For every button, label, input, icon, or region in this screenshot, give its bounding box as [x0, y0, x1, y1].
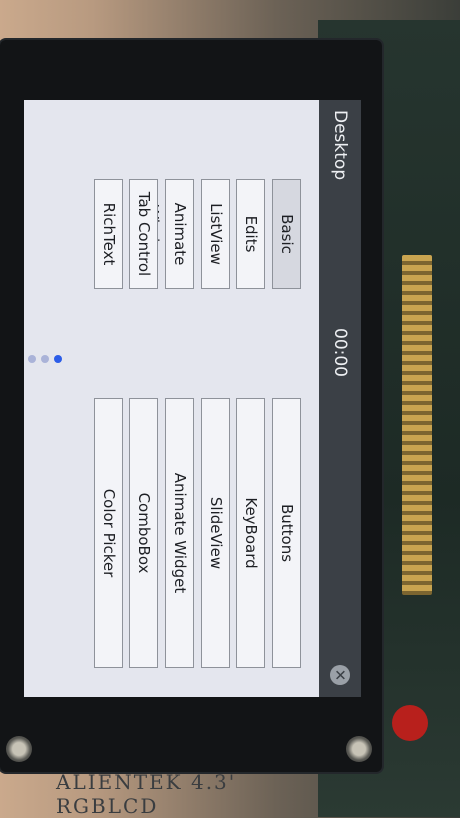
- app-button-basic[interactable]: Basic: [272, 179, 301, 289]
- app-button-animate-window[interactable]: Animate Window: [144, 179, 194, 289]
- window-title: Desktop: [330, 110, 350, 181]
- lcd-screen: Desktop 00:00 ✕ Basic Edits ListView Ani…: [24, 100, 361, 697]
- app-button-richtext[interactable]: RichText: [94, 179, 123, 289]
- title-bar: Desktop 00:00 ✕: [319, 100, 361, 697]
- app-button-animate-widget[interactable]: Animate Widget: [165, 398, 194, 668]
- app-button-combobox[interactable]: ComboBox: [129, 398, 158, 668]
- app-button-buttons[interactable]: Buttons: [272, 398, 301, 668]
- clock: 00:00: [330, 328, 350, 377]
- red-led: [392, 705, 428, 741]
- app-button-listview[interactable]: ListView: [201, 179, 230, 289]
- close-icon[interactable]: ✕: [330, 665, 350, 685]
- pin-header: [402, 255, 432, 595]
- app-button-slideview[interactable]: SlideView: [201, 398, 230, 668]
- app-button-keyboard[interactable]: KeyBoard: [236, 398, 265, 668]
- desktop-window: Desktop 00:00 ✕ Basic Edits ListView Ani…: [24, 100, 361, 697]
- app-button-edits[interactable]: Edits: [236, 179, 265, 289]
- screw-icon: [6, 736, 32, 762]
- page-dot-active[interactable]: [54, 355, 62, 363]
- app-button-color-picker[interactable]: Color Picker: [94, 398, 123, 668]
- screw-icon: [346, 736, 372, 762]
- page-dot[interactable]: [28, 355, 36, 363]
- app-button-tab-control[interactable]: Tab Control: [129, 179, 158, 289]
- page-dot[interactable]: [41, 355, 49, 363]
- device-label: ALIENTEK 4.3' RGBLCD: [56, 770, 237, 818]
